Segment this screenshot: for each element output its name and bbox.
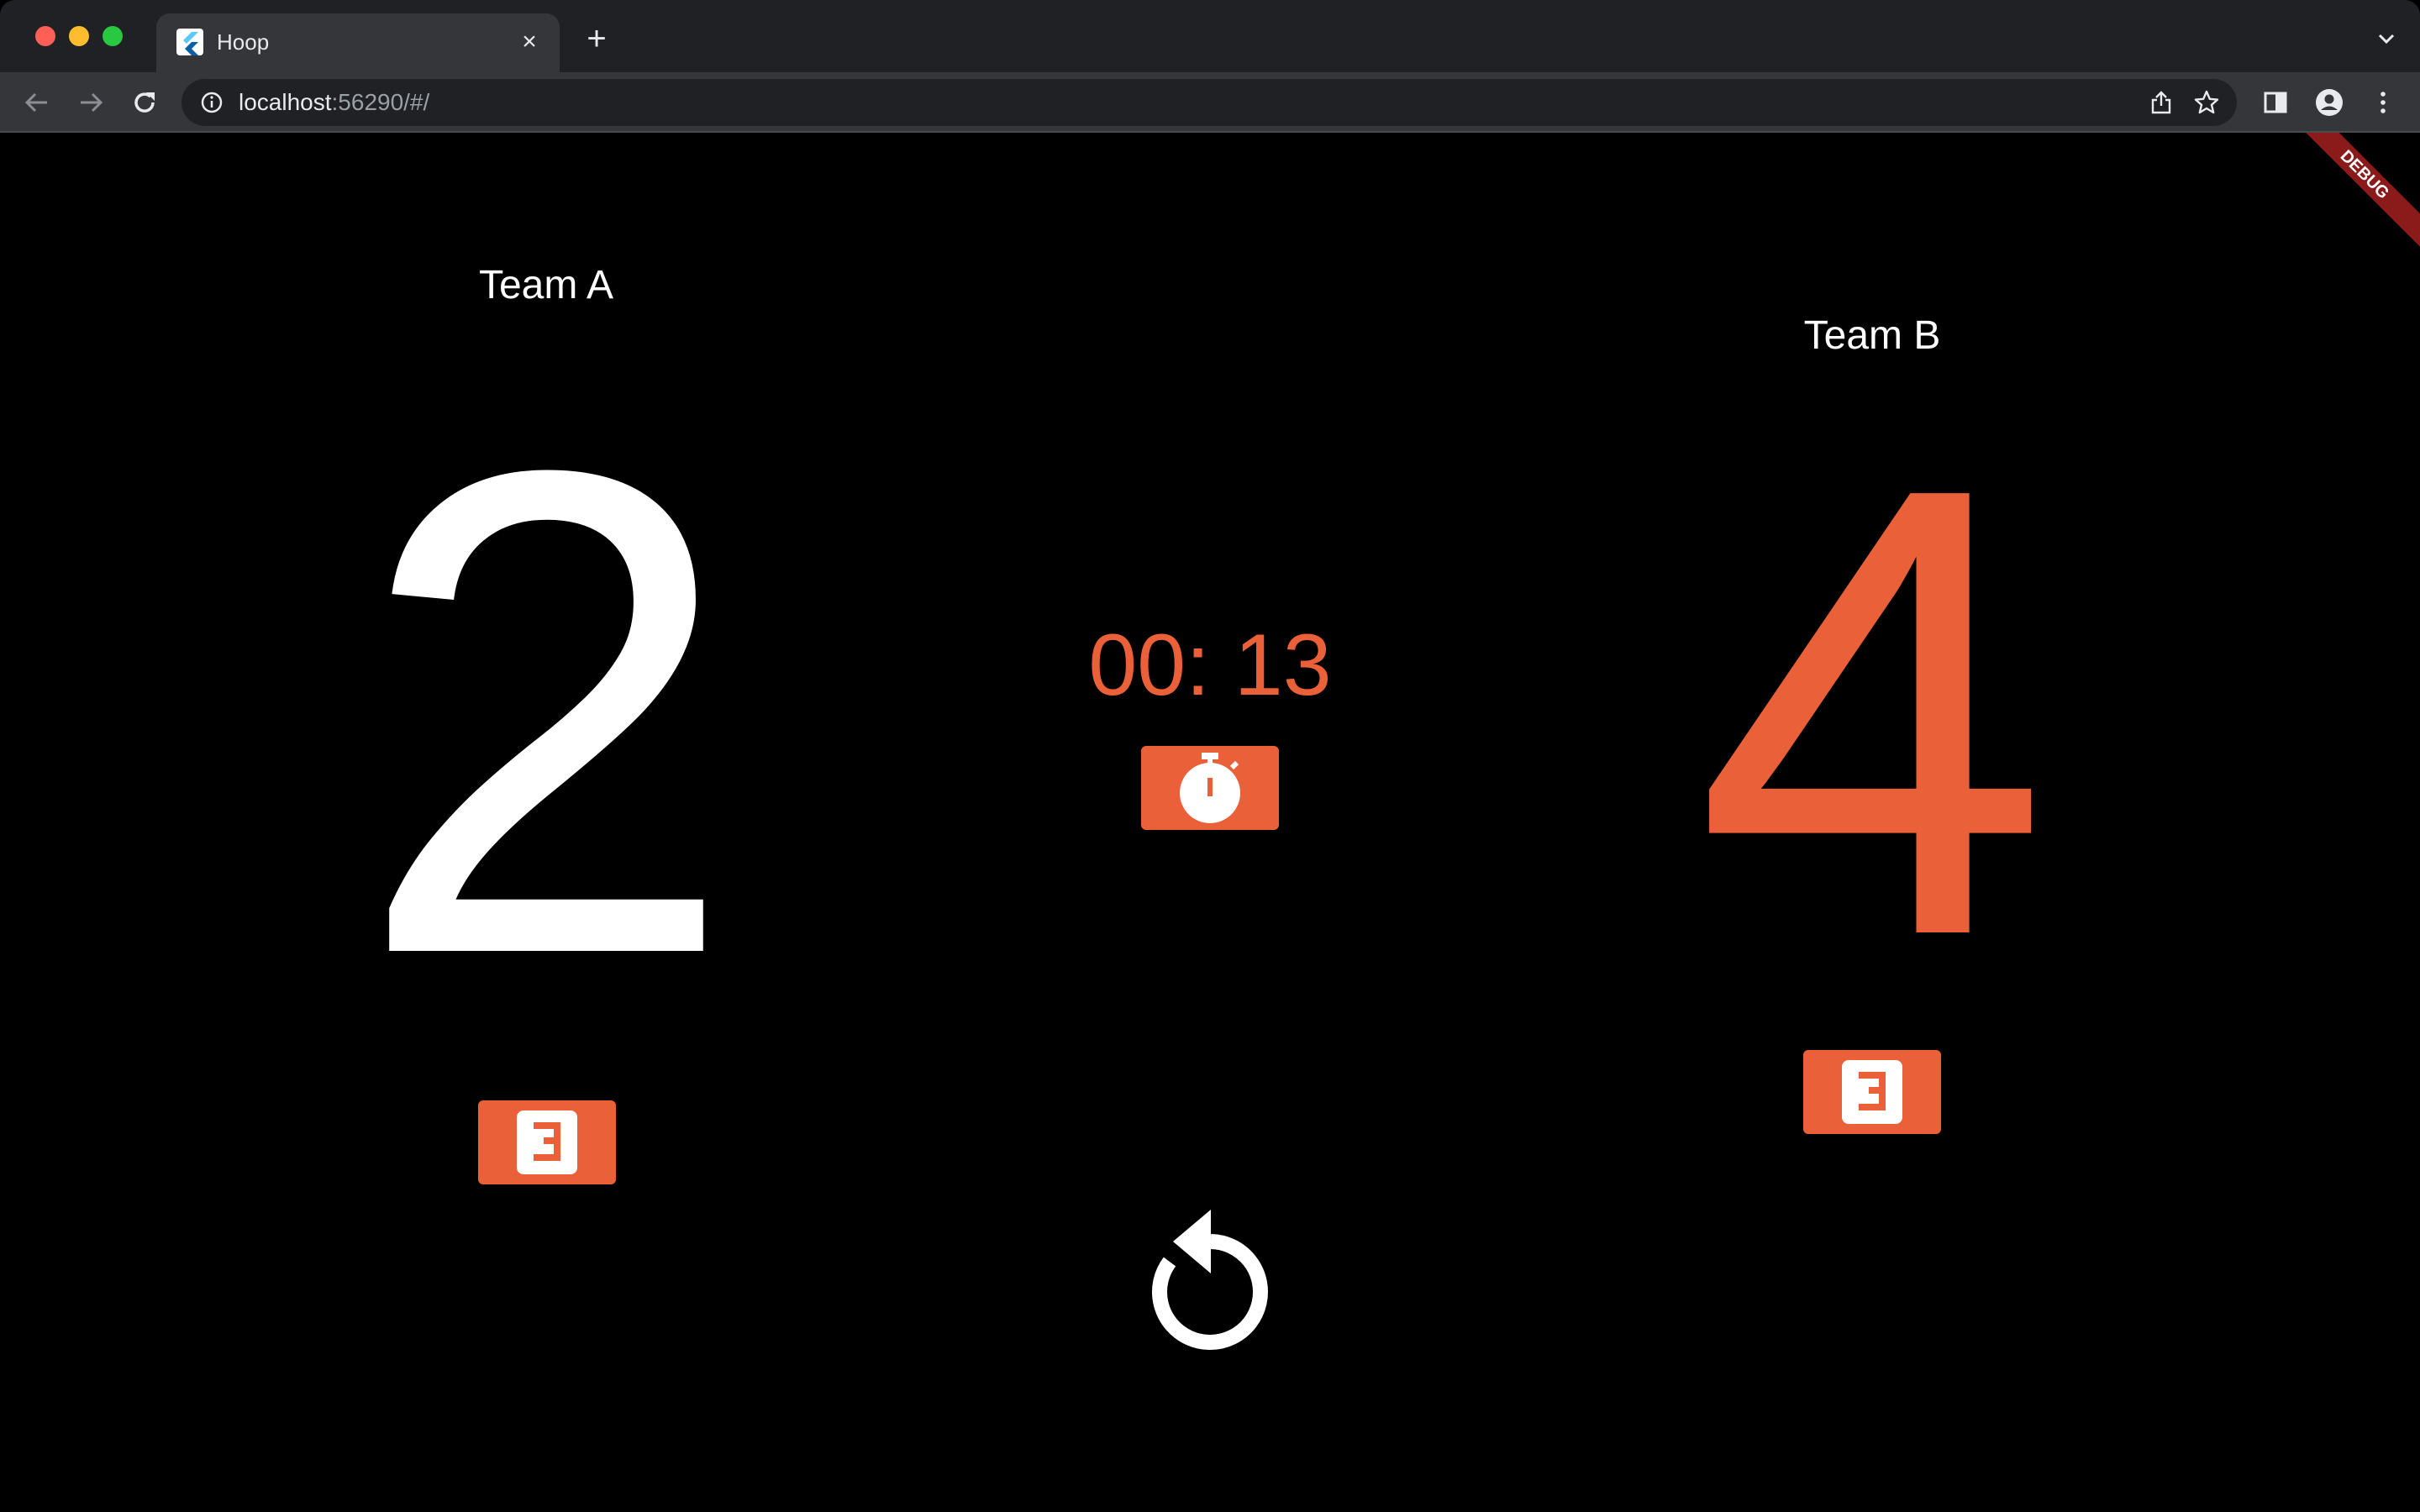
- game-timer: 00: 13: [1088, 617, 1332, 714]
- minimize-window-button[interactable]: [69, 26, 89, 46]
- forward-arrow-icon[interactable]: [74, 86, 108, 119]
- team-b-score: 4: [1694, 355, 2050, 1068]
- tab-close-button[interactable]: ×: [513, 25, 546, 59]
- tab-title: Hoop: [217, 29, 270, 55]
- back-arrow-icon[interactable]: [20, 86, 54, 119]
- timer-toggle-button[interactable]: [1141, 746, 1279, 830]
- tab-search-chevron-icon[interactable]: [2373, 25, 2400, 52]
- tab-strip: Hoop × +: [0, 0, 2420, 72]
- team-a-three-point-button[interactable]: [478, 1100, 616, 1184]
- three-point-icon: [517, 1110, 577, 1174]
- team-a-score: 2: [354, 328, 739, 1097]
- team-b-three-point-button[interactable]: [1803, 1050, 1941, 1134]
- profile-avatar-icon[interactable]: [2312, 86, 2346, 119]
- debug-banner: DEBUG: [2279, 133, 2420, 260]
- reset-icon: [1152, 1210, 1268, 1350]
- browser-menu-icon[interactable]: [2366, 86, 2400, 119]
- stopwatch-icon: [1180, 753, 1240, 823]
- browser-tab[interactable]: Hoop ×: [156, 13, 560, 72]
- address-bar[interactable]: localhost:56290/#/: [182, 79, 2237, 126]
- team-b-name: Team B: [1803, 313, 1941, 358]
- site-info-icon[interactable]: [198, 89, 225, 116]
- flutter-favicon-icon: [176, 29, 203, 55]
- side-panel-icon[interactable]: [2259, 86, 2292, 119]
- bookmark-star-icon[interactable]: [2193, 89, 2220, 116]
- close-window-button[interactable]: [35, 26, 55, 46]
- browser-toolbar: localhost:56290/#/: [0, 72, 2420, 133]
- browser-window: Hoop × + localhost:56290/#/ DEBUG Team A…: [0, 0, 2420, 1512]
- url-host: localhost: [239, 89, 332, 115]
- url-text: localhost:56290/#/: [239, 90, 429, 115]
- reload-icon[interactable]: [128, 86, 161, 119]
- new-tab-button[interactable]: +: [580, 22, 613, 55]
- share-icon[interactable]: [2148, 89, 2175, 116]
- url-path: :56290/#/: [331, 89, 430, 115]
- app-page: DEBUG Team A 2 00: 13 Team B 4: [0, 133, 2420, 1512]
- maximize-window-button[interactable]: [103, 26, 123, 46]
- team-a-name: Team A: [478, 263, 614, 307]
- three-point-icon: [1842, 1060, 1902, 1124]
- reset-button[interactable]: [1148, 1210, 1274, 1354]
